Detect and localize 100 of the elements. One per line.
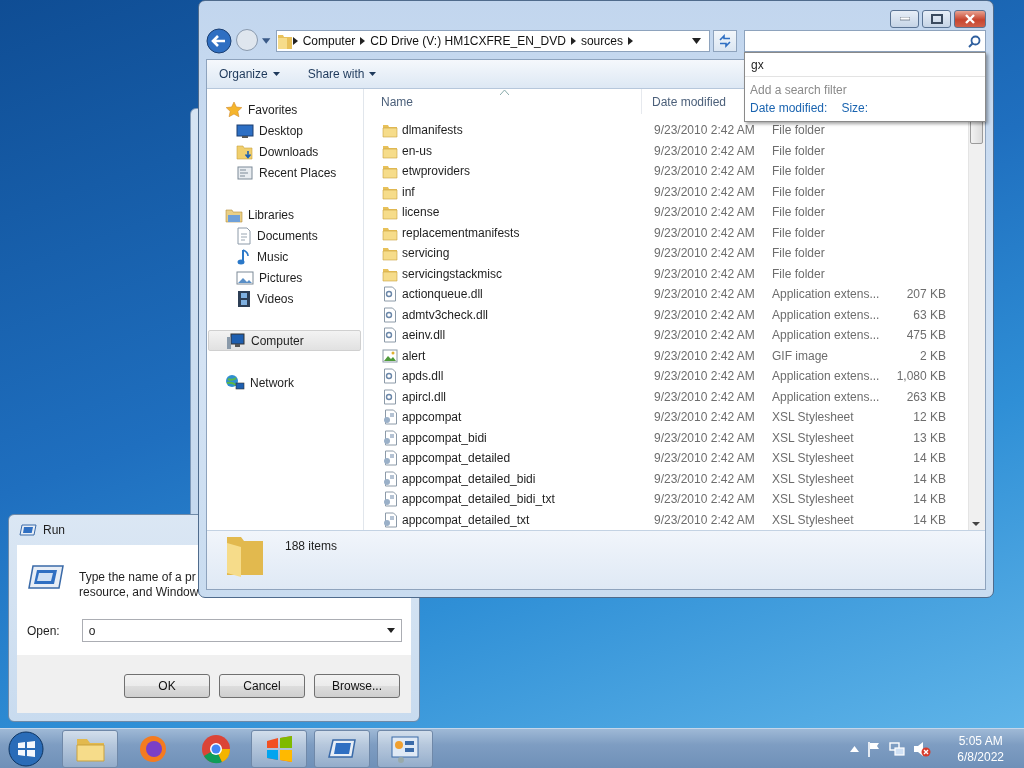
file-name[interactable]: etwproviders — [402, 164, 471, 179]
taskbar-button[interactable] — [62, 729, 118, 768]
desktop-icon — [236, 122, 254, 139]
date-modified: 9/23/2010 2:42 AM — [654, 225, 755, 240]
sidebar-item[interactable]: Pictures — [208, 267, 361, 288]
file-name[interactable]: appcompat_detailed_bidi — [402, 471, 536, 486]
date-modified: 9/23/2010 2:42 AM — [654, 205, 755, 220]
file-size: 12 KB — [913, 410, 946, 425]
search-filter-link[interactable]: Date modified: — [750, 101, 828, 115]
date-modified: 9/23/2010 2:42 AM — [654, 492, 755, 507]
search-filter-link[interactable]: Size: — [841, 101, 869, 115]
file-name[interactable]: actionqueue.dll — [402, 287, 483, 302]
file-name[interactable]: apds.dll — [402, 369, 444, 384]
script-document-icon — [382, 450, 398, 467]
volume-muted-icon[interactable] — [913, 740, 932, 757]
file-name[interactable]: appcompat_detailed_bidi_txt — [402, 492, 555, 507]
sidebar-item[interactable]: Libraries — [208, 204, 361, 225]
chevron-icon — [627, 37, 633, 45]
file-name[interactable]: apircl.dll — [402, 389, 446, 404]
sidebar-item[interactable]: Favorites — [208, 99, 361, 120]
sidebar-item[interactable]: Music — [208, 246, 361, 267]
image-icon — [382, 347, 398, 364]
file-name[interactable]: aeinv.dll — [402, 328, 446, 343]
maximize-button[interactable] — [922, 10, 951, 28]
window-title: Run — [43, 523, 65, 537]
folder-icon — [276, 32, 293, 50]
show-hidden-icons-icon[interactable] — [850, 745, 860, 752]
file-name[interactable]: servicing — [402, 246, 450, 261]
back-button[interactable] — [206, 28, 232, 54]
file-type: GIF image — [772, 348, 828, 363]
sidebar-item[interactable]: Recent Places — [208, 162, 361, 183]
file-name[interactable]: en-us — [402, 143, 433, 158]
open-combobox[interactable]: o — [81, 619, 402, 642]
folder-icon — [382, 204, 398, 221]
file-name[interactable]: license — [402, 205, 440, 220]
breadcrumb[interactable]: CD Drive (V:) HM1CXFRE_EN_DVD — [365, 34, 571, 48]
file-name[interactable]: servicingstackmisc — [402, 266, 503, 281]
sidebar-item[interactable]: Documents — [208, 225, 361, 246]
sidebar-item[interactable]: Network — [208, 372, 361, 393]
file-type: File folder — [772, 143, 825, 158]
breadcrumb[interactable]: sources — [575, 34, 628, 48]
file-name[interactable]: appcompat_detailed_txt — [402, 512, 530, 527]
file-name[interactable]: replacementmanifests — [402, 225, 520, 240]
date-modified: 9/23/2010 2:42 AM — [654, 410, 755, 425]
field-label: Open: — [27, 623, 60, 638]
sidebar-item[interactable]: Downloads — [208, 141, 361, 162]
gear-document-icon — [382, 306, 398, 323]
refresh-button[interactable] — [712, 30, 737, 52]
scroll-down-arrow-icon[interactable] — [972, 522, 980, 526]
caret-icon — [272, 72, 280, 76]
date-modified: 9/23/2010 2:42 AM — [654, 287, 755, 302]
computer-icon — [226, 331, 246, 350]
file-type: File folder — [772, 266, 825, 281]
file-name[interactable]: inf — [402, 184, 415, 199]
date-modified: 9/23/2010 2:42 AM — [654, 143, 755, 158]
file-type: File folder — [772, 123, 825, 138]
file-name[interactable]: appcompat — [402, 410, 462, 425]
windows-logo-icon — [8, 730, 44, 767]
column-header[interactable]: Name — [364, 89, 642, 114]
dialog-button[interactable]: Browse... — [314, 674, 400, 698]
toolbar-button[interactable]: Organize — [215, 65, 284, 83]
file-size: 63 KB — [913, 307, 946, 322]
taskbar-button[interactable] — [377, 729, 433, 768]
sidebar-item[interactable]: Computer — [208, 330, 361, 351]
search-field[interactable] — [744, 30, 986, 52]
file-name[interactable]: dlmanifests — [402, 123, 463, 138]
globe-computer-icon — [225, 373, 245, 392]
file-type: Application extens... — [772, 389, 880, 404]
sidebar-item[interactable]: Videos — [208, 288, 361, 309]
taskbar-button[interactable] — [314, 729, 370, 768]
flag-icon[interactable] — [867, 740, 882, 757]
sidebar-item[interactable]: Desktop — [208, 120, 361, 141]
taskbar-button[interactable] — [251, 729, 307, 768]
address-bar[interactable]: Computer CD Drive (V:) HM1CXFRE_EN_DVD sources — [275, 30, 710, 52]
caret-icon[interactable] — [691, 38, 701, 44]
file-name[interactable]: appcompat_bidi — [402, 430, 487, 445]
file-type: File folder — [772, 225, 825, 240]
file-name[interactable]: appcompat_detailed — [402, 451, 511, 466]
file-size: 13 KB — [913, 430, 946, 445]
search-history-item[interactable]: gx — [751, 58, 764, 72]
close-button[interactable] — [954, 10, 986, 28]
breadcrumb[interactable]: Computer — [297, 34, 361, 48]
date-modified: 9/23/2010 2:42 AM — [654, 430, 755, 445]
column-header[interactable]: Date modified — [642, 89, 742, 114]
date-modified: 9/23/2010 2:42 AM — [654, 389, 755, 404]
date-modified: 9/23/2010 2:42 AM — [654, 369, 755, 384]
refresh-icon — [717, 34, 732, 48]
file-name[interactable]: admtv3check.dll — [402, 307, 489, 322]
network-icon[interactable] — [889, 740, 906, 757]
toolbar-button[interactable]: Share with — [303, 65, 381, 83]
file-size: 1,080 KB — [896, 369, 946, 384]
file-name[interactable]: alert — [402, 348, 426, 363]
chevron-icon — [570, 37, 576, 45]
dialog-button[interactable]: Cancel — [219, 674, 305, 698]
close-icon — [964, 14, 976, 24]
date-modified: 9/23/2010 2:42 AM — [654, 307, 755, 322]
gear-document-icon — [382, 368, 398, 385]
date-modified: 9/23/2010 2:42 AM — [654, 123, 755, 138]
minimize-button[interactable] — [890, 10, 919, 28]
dialog-button[interactable]: OK — [124, 674, 210, 698]
